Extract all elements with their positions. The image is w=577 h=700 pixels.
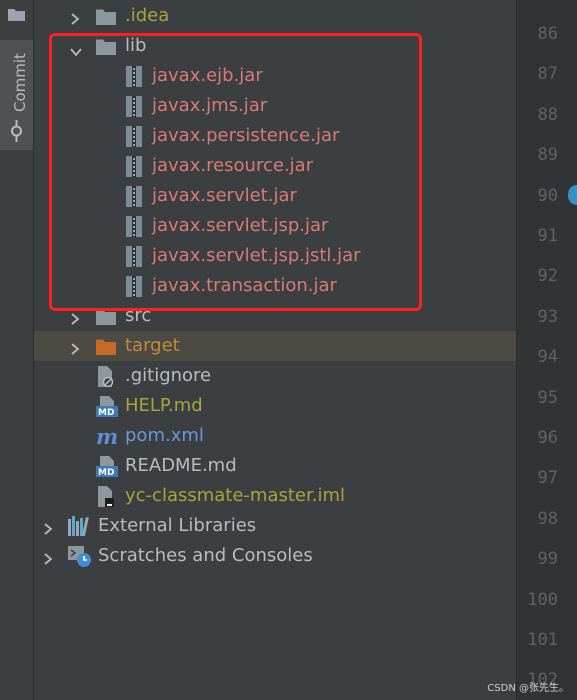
libraries-icon — [68, 516, 92, 540]
markdown-file-icon: MD — [96, 396, 118, 421]
tree-row-help-md[interactable]: MD HELP.md — [34, 391, 516, 421]
svg-text:m: m — [96, 426, 118, 447]
tree-item-label: pom.xml — [125, 425, 204, 446]
line-number: 99 — [537, 549, 558, 570]
line-number: 97 — [537, 468, 558, 489]
line-number: 88 — [537, 104, 558, 125]
line-number: 94 — [537, 347, 558, 368]
chevron-right-icon[interactable] — [70, 340, 80, 359]
maven-file-icon: m — [96, 424, 118, 451]
line-number: 93 — [537, 306, 558, 327]
excluded-folder-icon — [96, 338, 116, 359]
chevron-right-icon[interactable] — [43, 550, 53, 569]
tree-item-label: README.md — [125, 455, 237, 476]
tree-row-scratches[interactable]: Scratches and Consoles — [34, 541, 516, 571]
module-file-icon — [96, 486, 114, 511]
line-number: 101 — [527, 630, 558, 650]
chevron-right-icon[interactable] — [70, 310, 80, 329]
watermark: CSDN @张先生。 — [487, 683, 569, 694]
commit-icon — [9, 120, 24, 146]
folder-icon — [96, 308, 116, 329]
gutter-marker-icon[interactable] — [568, 185, 577, 205]
tree-item-label: .idea — [125, 5, 170, 26]
highlight-box — [49, 33, 422, 311]
chevron-right-icon[interactable] — [43, 520, 53, 539]
line-number: 89 — [537, 145, 558, 166]
tree-item-label: yc-classmate-master.iml — [125, 485, 345, 506]
tree-row-readme-md[interactable]: MD README.md — [34, 451, 516, 481]
tree-row-gitignore[interactable]: .gitignore — [34, 361, 516, 391]
line-number: 87 — [537, 64, 558, 85]
line-number: 90 — [537, 185, 558, 206]
line-number: 100 — [527, 589, 558, 610]
tool-window-strip: Commit — [0, 0, 34, 700]
tree-row-pom-xml[interactable]: m pom.xml — [34, 421, 516, 451]
line-number: 98 — [537, 508, 558, 529]
line-number: 96 — [537, 428, 558, 448]
gitignore-file-icon — [96, 366, 114, 391]
chevron-right-icon[interactable] — [70, 10, 80, 29]
svg-text:MD: MD — [98, 468, 114, 477]
tree-item-label: External Libraries — [98, 515, 257, 536]
commit-tab-label: Commit — [11, 53, 29, 112]
tree-item-label: target — [125, 335, 180, 356]
line-number: 91 — [537, 226, 558, 246]
tree-row-idea[interactable]: .idea — [34, 1, 516, 31]
markdown-file-icon: MD — [96, 456, 118, 481]
line-number: 95 — [537, 387, 558, 408]
line-number-gutter: 86 87 88 89 90 91 92 93 94 95 96 97 98 99 100 101 102 — [516, 0, 577, 700]
scratches-icon — [68, 546, 92, 572]
svg-text:MD: MD — [98, 408, 114, 417]
folder-icon — [96, 8, 116, 29]
tree-item-label: .gitignore — [125, 365, 212, 386]
tree-row-iml[interactable]: yc-classmate-master.iml — [34, 481, 516, 511]
project-folder-icon[interactable] — [8, 6, 25, 25]
line-number: 92 — [537, 266, 558, 287]
tree-item-label: Scratches and Consoles — [98, 545, 313, 566]
tree-row-external-libraries[interactable]: External Libraries — [34, 511, 516, 541]
line-number: 86 — [537, 24, 558, 44]
tree-item-label: HELP.md — [125, 395, 203, 416]
tree-row-target[interactable]: target — [34, 331, 516, 361]
